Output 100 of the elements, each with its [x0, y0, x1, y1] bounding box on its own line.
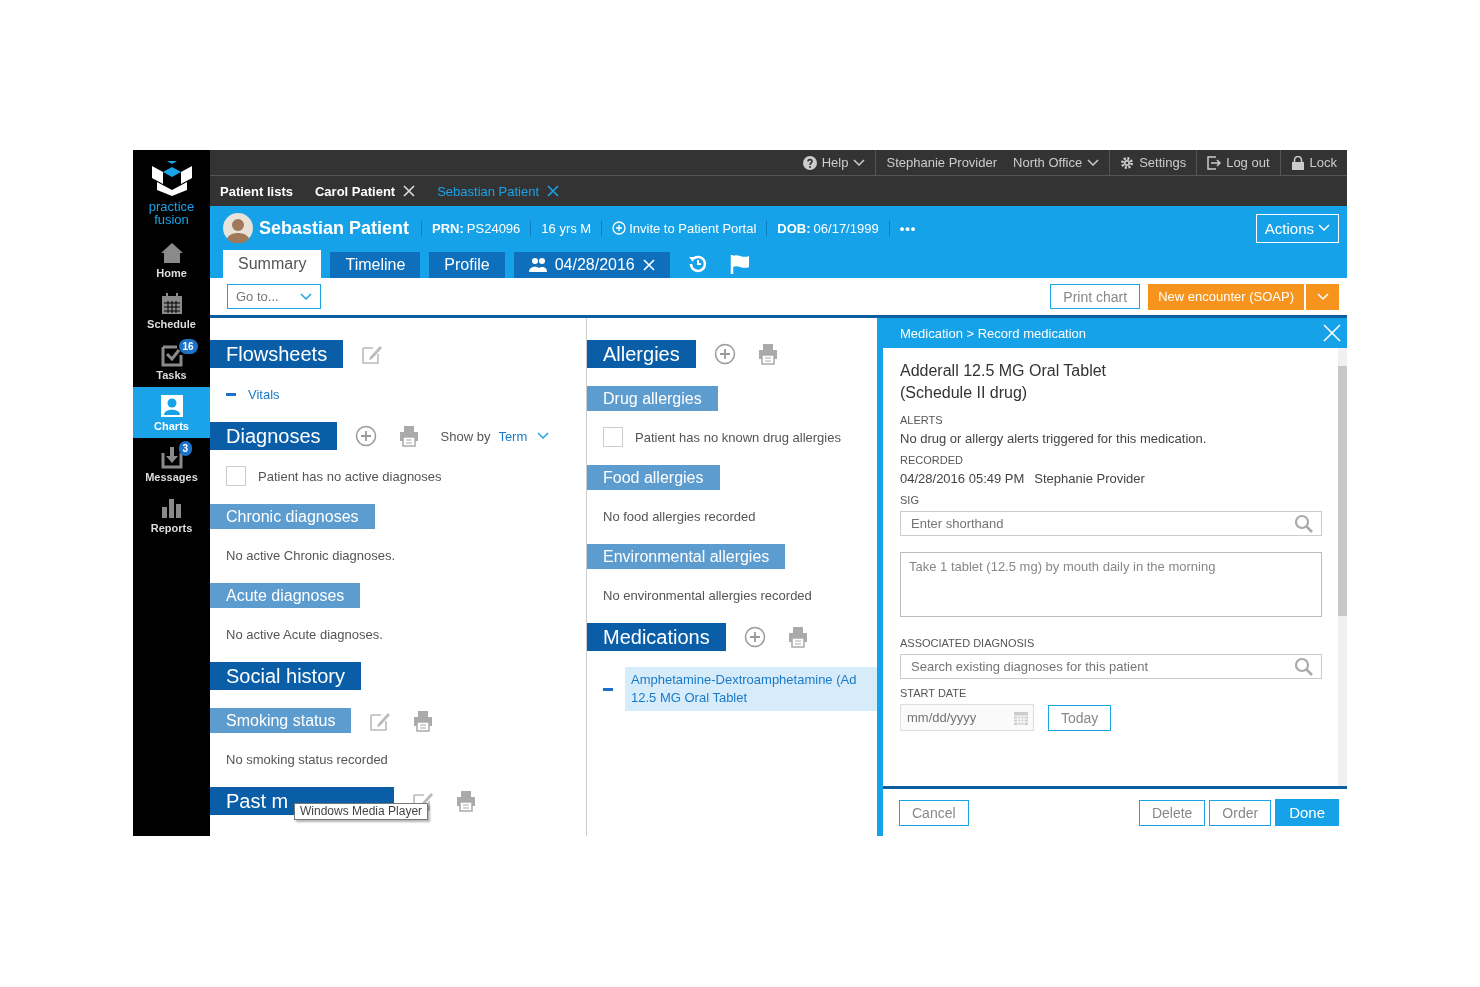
empty-message: No active Chronic diagnoses.: [226, 547, 396, 563]
section-heading: Allergies: [587, 340, 696, 368]
tooltip: Windows Media Player: [294, 803, 429, 820]
cancel-button[interactable]: Cancel: [899, 799, 969, 826]
diagnosis-search-field[interactable]: Search existing diagnoses for this patient: [900, 654, 1322, 679]
logout-link[interactable]: Log out: [1196, 150, 1280, 175]
sig-text-area[interactable]: Take 1 tablet (12.5 mg) by mouth daily in the morning: [900, 552, 1322, 617]
date-field[interactable]: mm/dd/yyyy: [900, 704, 1034, 731]
close-icon[interactable]: [547, 185, 560, 197]
chevron-down-icon: [1318, 224, 1330, 232]
section-heading: Food allergies: [587, 465, 720, 490]
checkbox-label: Patient has no active diagnoses: [258, 468, 442, 484]
panel-title: Medication > Record medication: [900, 325, 1087, 341]
prn-text: PRN: PS24096: [421, 220, 531, 236]
chevron-down-icon: [300, 292, 312, 301]
field-label: ASSOCIATED DIAGNOSIS: [900, 637, 1036, 649]
delete-button[interactable]: Delete: [1138, 799, 1206, 826]
chart-tab[interactable]: 04/28/2016: [513, 252, 670, 278]
chevron-down-icon: [537, 432, 550, 440]
office-menu[interactable]: North Office: [1007, 150, 1110, 175]
flag-icon[interactable]: [728, 253, 751, 275]
patient-tab[interactable]: Carol Patient: [314, 183, 416, 199]
dropdown-button[interactable]: [1305, 283, 1339, 310]
dob-text: DOB: 06/17/1999: [766, 220, 889, 236]
search-icon: [1294, 657, 1314, 677]
nav-item[interactable]: Schedule: [133, 285, 210, 336]
recorded-time: 04/28/2016 05:49 PM: [900, 471, 1025, 486]
settings-icon: [1120, 155, 1135, 170]
checkbox[interactable]: [603, 427, 623, 447]
count-badge: 16: [178, 339, 198, 354]
chart-tab[interactable]: Profile: [429, 252, 505, 278]
lock-icon: [1290, 155, 1305, 170]
actions-button[interactable]: Actions: [1255, 213, 1339, 243]
avatar-icon: [223, 213, 253, 243]
field-label: START DATE: [900, 687, 968, 699]
patient-tab[interactable]: Patient lists: [220, 183, 293, 199]
chart-tab[interactable]: Summary: [223, 250, 322, 278]
printer-icon[interactable]: [413, 709, 434, 732]
medication-item[interactable]: Amphetamine-Dextroamphetamine (Ad 12.5 MG Oral Tablet: [625, 667, 877, 711]
section-heading: Diagnoses: [210, 422, 337, 450]
logo-text: practice fusion: [147, 200, 196, 226]
printer-icon[interactable]: [757, 343, 778, 365]
more-button[interactable]: •••: [888, 220, 927, 236]
logout-icon: [1207, 155, 1222, 170]
vitals-link[interactable]: Vitals: [248, 386, 280, 402]
calendar-icon: [1013, 709, 1029, 726]
nav-item[interactable]: Charts: [133, 387, 210, 438]
field-label: ALERTS: [900, 414, 944, 426]
user-name: Stephanie Provider: [875, 150, 1008, 175]
add-icon: [612, 221, 627, 235]
history-icon[interactable]: [686, 253, 709, 275]
chart-tab[interactable]: Timeline: [330, 252, 421, 278]
patient-tab[interactable]: Sebastian Patient: [437, 183, 560, 199]
add-icon[interactable]: [743, 626, 766, 648]
collapse-icon[interactable]: [226, 392, 236, 396]
help-menu[interactable]: Help: [792, 150, 876, 175]
order-button[interactable]: Order: [1209, 799, 1272, 826]
invite-link[interactable]: Invite to Patient Portal: [601, 220, 767, 236]
chevron-down-icon: [853, 158, 866, 167]
sig-search-field[interactable]: Enter shorthand: [900, 511, 1322, 536]
empty-message: No active Acute diagnoses.: [226, 626, 383, 642]
checkbox-icon: [159, 343, 184, 367]
add-icon[interactable]: [713, 343, 736, 365]
checkbox[interactable]: [226, 466, 246, 486]
lock-link[interactable]: Lock: [1279, 150, 1347, 175]
nav-item[interactable]: 16 Tasks: [133, 336, 210, 387]
bar-chart-icon: [159, 496, 184, 520]
printer-icon[interactable]: [787, 626, 808, 648]
section-heading: Acute diagnoses: [210, 583, 361, 608]
patient-name: Sebastian Patient: [259, 217, 410, 239]
show-by-label: Show by: [440, 428, 491, 444]
nav-item[interactable]: 3 Messages: [133, 438, 210, 489]
chevron-down-icon: [1316, 292, 1329, 301]
section-heading: Medications: [587, 623, 726, 651]
people-icon: [528, 257, 547, 273]
age-sex-text: 16 yrs M: [530, 220, 602, 236]
scrollbar[interactable]: [1338, 348, 1347, 786]
settings-link[interactable]: Settings: [1109, 150, 1197, 175]
printer-icon[interactable]: [456, 790, 476, 812]
field-label: SIG: [900, 494, 920, 506]
field-label: RECORDED: [900, 454, 964, 466]
calendar-icon: [159, 292, 184, 316]
checkbox-label: Patient has no known drug allergies: [635, 429, 841, 445]
add-icon[interactable]: [354, 425, 377, 447]
home-icon: [159, 241, 184, 265]
sort-dropdown[interactable]: Term: [498, 428, 550, 444]
nav-item[interactable]: Reports: [133, 489, 210, 540]
recorded-by: Stephanie Provider: [1034, 471, 1145, 486]
alerts-text: No drug or allergy alerts triggered for this medication.: [900, 431, 1208, 446]
printer-icon[interactable]: [398, 425, 419, 447]
download-icon: [159, 445, 184, 469]
nav-item[interactable]: Home: [133, 234, 210, 285]
count-badge: 3: [178, 441, 193, 456]
today-button[interactable]: Today: [1048, 704, 1112, 731]
print-chart-button[interactable]: Print chart: [1050, 284, 1141, 309]
section-heading: Flowsheets: [210, 340, 344, 368]
section-heading: Smoking status: [210, 708, 352, 733]
collapse-icon[interactable]: [603, 687, 613, 691]
done-button[interactable]: Done: [1275, 799, 1339, 826]
goto-dropdown[interactable]: Go to...: [227, 284, 321, 309]
